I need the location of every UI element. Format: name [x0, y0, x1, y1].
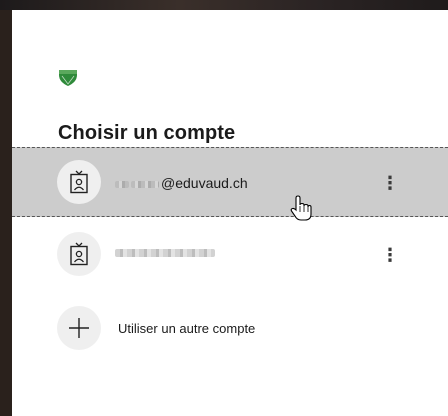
plus-icon	[69, 318, 89, 338]
plus-avatar	[57, 306, 101, 350]
account-row-2[interactable]: ⋮	[12, 218, 448, 288]
hand-cursor-icon	[290, 195, 312, 221]
redacted-text	[131, 180, 159, 188]
redacted-text	[115, 180, 129, 188]
account-menu-button[interactable]: ⋮	[380, 170, 400, 196]
badge-icon	[70, 170, 88, 194]
redacted-email	[115, 249, 215, 257]
school-logo	[59, 70, 77, 86]
window-top-strip	[0, 0, 448, 10]
add-account-label: Utiliser un autre compte	[118, 321, 256, 336]
account-picker-card: Choisir un compte @eduvaud.ch ⋮ ⋮ Utilis…	[12, 10, 448, 416]
account-email: @eduvaud.ch	[115, 175, 248, 191]
badge-icon	[70, 242, 88, 266]
account-row-1[interactable]: @eduvaud.ch ⋮	[12, 147, 448, 217]
email-domain: @eduvaud.ch	[161, 175, 248, 191]
account-menu-button[interactable]: ⋮	[380, 242, 400, 268]
account-avatar	[57, 232, 101, 276]
account-avatar	[57, 160, 101, 204]
add-account-row[interactable]: Utiliser un autre compte	[12, 306, 448, 366]
page-title: Choisir un compte	[58, 122, 236, 144]
